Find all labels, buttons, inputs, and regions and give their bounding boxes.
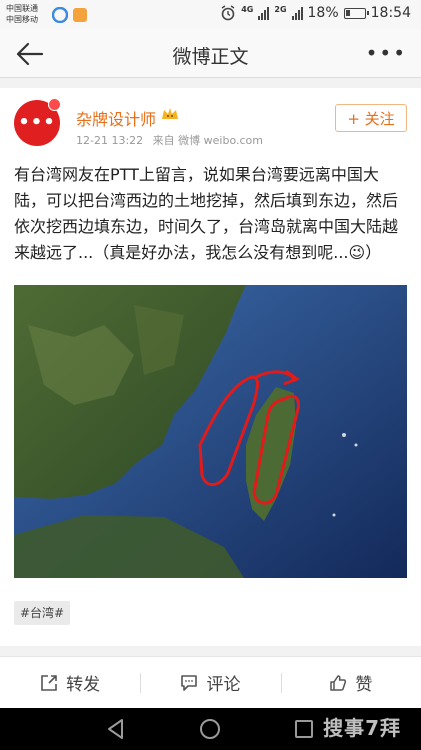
repost-icon [41,674,57,691]
username[interactable]: 杂牌设计师 [76,106,156,130]
comment-icon [181,674,198,691]
repost-button[interactable]: 转发 [0,657,140,708]
satellite-map-image[interactable] [14,285,407,578]
repost-label: 转发 [66,675,101,695]
action-bar: 转发 评论 赞 [0,656,421,708]
post-date: 12-21 13:22 [76,134,144,147]
verified-badge-icon [48,98,61,111]
qq-browser-icon [52,7,68,23]
follow-button[interactable]: + 关注 [335,104,407,132]
comment-button[interactable]: 评论 [140,657,280,708]
thumbs-up-icon [330,674,347,691]
page-title: 微博正文 [172,46,249,68]
signal-icon-2 [291,6,303,20]
like-label: 赞 [355,675,373,695]
android-nav-bar: 搜事7拜 [0,708,421,750]
system-back-icon[interactable] [106,718,126,740]
carrier-labels: 中国联通 中国移动 [6,3,38,25]
battery-percent: 18% [307,5,339,21]
network-type-2: 2G [274,5,287,14]
status-right: 4G 2G 18% 18:54 [220,5,411,21]
avatar-dots-icon: ••• [18,112,56,133]
more-options-button[interactable]: ••• [366,43,407,63]
battery-icon [343,7,369,19]
post-meta: 12-21 13:22 来自 微博 weibo.com [76,132,269,148]
carrier-1: 中国联通 [6,4,38,13]
system-recents-icon[interactable] [294,719,314,739]
signal-icon [258,6,270,20]
alarm-icon [221,5,235,21]
system-home-icon[interactable] [199,718,221,740]
clock: 18:54 [370,5,411,21]
post-text: 有台湾网友在PTT上留言，说如果台湾要远离中国大陆，可以把台湾西边的土地挖掉，然… [14,165,399,262]
avatar[interactable]: ••• [14,98,61,146]
carrier-2: 中国移动 [6,15,38,24]
network-type-1: 4G [241,5,254,14]
post-source[interactable]: 来自 微博 weibo.com [153,134,263,147]
hashtag-link[interactable]: #台湾# [14,601,71,625]
comment-label: 评论 [206,675,241,695]
status-bar: 中国联通 中国移动 4G 2G 18% 18:54 [0,0,421,30]
watermark: 搜事7拜 [323,716,401,740]
post-card: ••• 杂牌设计师 12-21 13:22 来自 微博 weibo.com + … [0,88,421,646]
vip-crown-icon [162,108,178,119]
nav-bar: 微博正文 ••• [0,30,421,78]
like-button[interactable]: 赞 [280,657,421,708]
notification-app-icon [73,8,87,22]
